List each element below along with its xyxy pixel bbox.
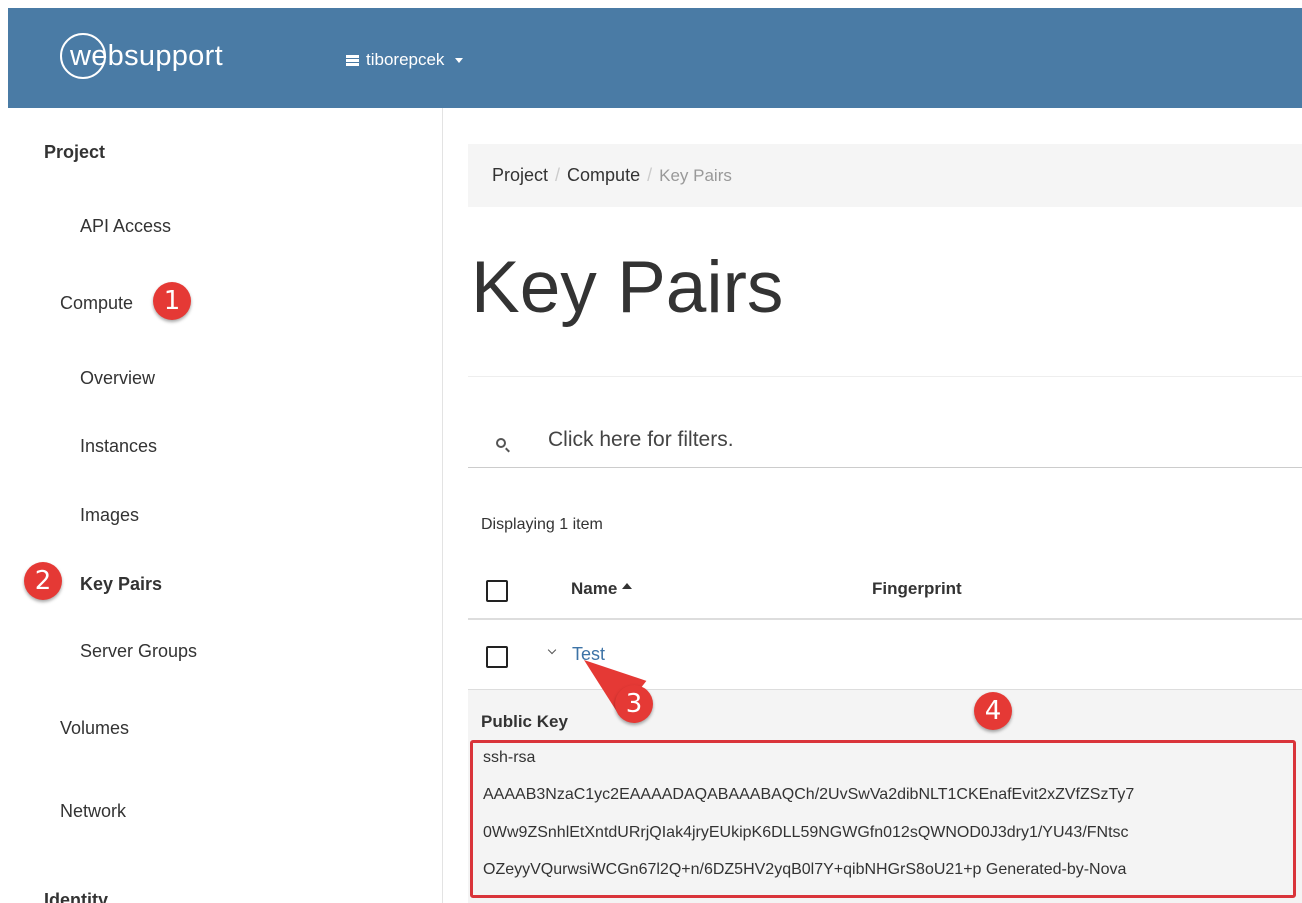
filter-bar (468, 418, 1302, 468)
sidebar-item-compute[interactable]: Compute (60, 293, 133, 314)
breadcrumb: Project / Compute / Key Pairs (468, 144, 1302, 207)
chevron-down-icon (455, 57, 464, 63)
main-content: Project / Compute / Key Pairs Key Pairs … (444, 108, 1302, 903)
sidebar-item-network[interactable]: Network (60, 801, 126, 822)
page-title: Key Pairs (471, 247, 784, 328)
sidebar-item-volumes[interactable]: Volumes (60, 718, 129, 739)
list-icon (346, 54, 359, 66)
search-icon (496, 438, 506, 448)
breadcrumb-separator: / (555, 165, 561, 185)
public-key-label: Public Key (481, 712, 568, 731)
divider (468, 376, 1302, 377)
top-navbar: websupport tiborepcek (8, 8, 1302, 108)
sidebar-section-identity[interactable]: Identity (44, 890, 108, 903)
breadcrumb-separator: / (647, 165, 653, 185)
sidebar-item-instances[interactable]: Instances (80, 436, 157, 457)
sidebar: Project API Access Compute Overview Inst… (0, 108, 443, 903)
breadcrumb-compute[interactable]: Compute (567, 165, 640, 186)
annotation-marker-4: 4 (974, 692, 1012, 730)
sort-ascending-icon (622, 583, 633, 589)
sidebar-item-api-access[interactable]: API Access (80, 216, 171, 237)
logo-text: websupport (70, 39, 223, 72)
item-count: Displaying 1 item (481, 516, 603, 533)
column-header-fingerprint: Fingerprint (872, 579, 962, 598)
sidebar-item-overview[interactable]: Overview (80, 368, 155, 389)
annotation-marker-2: 2 (24, 562, 62, 600)
column-header-name[interactable]: Name (571, 579, 633, 599)
sidebar-item-key-pairs[interactable]: Key Pairs (80, 574, 162, 595)
select-all-checkbox[interactable] (486, 580, 508, 602)
project-switcher[interactable]: tiborepcek (346, 50, 464, 70)
table-header: Name Fingerprint (468, 560, 1302, 620)
annotation-marker-3: 3 (615, 685, 653, 723)
sidebar-item-server-groups[interactable]: Server Groups (80, 641, 197, 662)
websupport-logo[interactable]: websupport (60, 26, 223, 86)
sidebar-section-project[interactable]: Project (44, 142, 105, 163)
column-name-label: Name (571, 579, 618, 598)
public-key-line: OZeyyVQurwsiWCGn67l2Q+n/6DZ5HV2yqB0l7Y+q… (483, 861, 1127, 878)
public-key-line: ssh-rsa (483, 749, 536, 766)
sidebar-item-images[interactable]: Images (80, 505, 139, 526)
filter-input[interactable] (548, 428, 1288, 452)
project-switcher-label: tiborepcek (366, 50, 445, 69)
row-checkbox[interactable] (486, 646, 508, 668)
public-key-line: AAAAB3NzaC1yc2EAAAADAQABAAABAQCh/2UvSwVa… (483, 786, 1135, 803)
row-detail: Public Key ssh-rsa AAAAB3NzaC1yc2EAAAADA… (468, 690, 1302, 903)
breadcrumb-current: Key Pairs (659, 165, 732, 185)
public-key-line: 0Ww9ZSnhlEtXntdURrjQIak4jryEUkipK6DLL59N… (483, 824, 1129, 841)
annotation-marker-1: 1 (153, 282, 191, 320)
public-key-highlight-box: ssh-rsa AAAAB3NzaC1yc2EAAAADAQABAAABAQCh… (470, 740, 1296, 898)
breadcrumb-project[interactable]: Project (492, 165, 548, 186)
chevron-down-icon[interactable] (547, 645, 557, 655)
